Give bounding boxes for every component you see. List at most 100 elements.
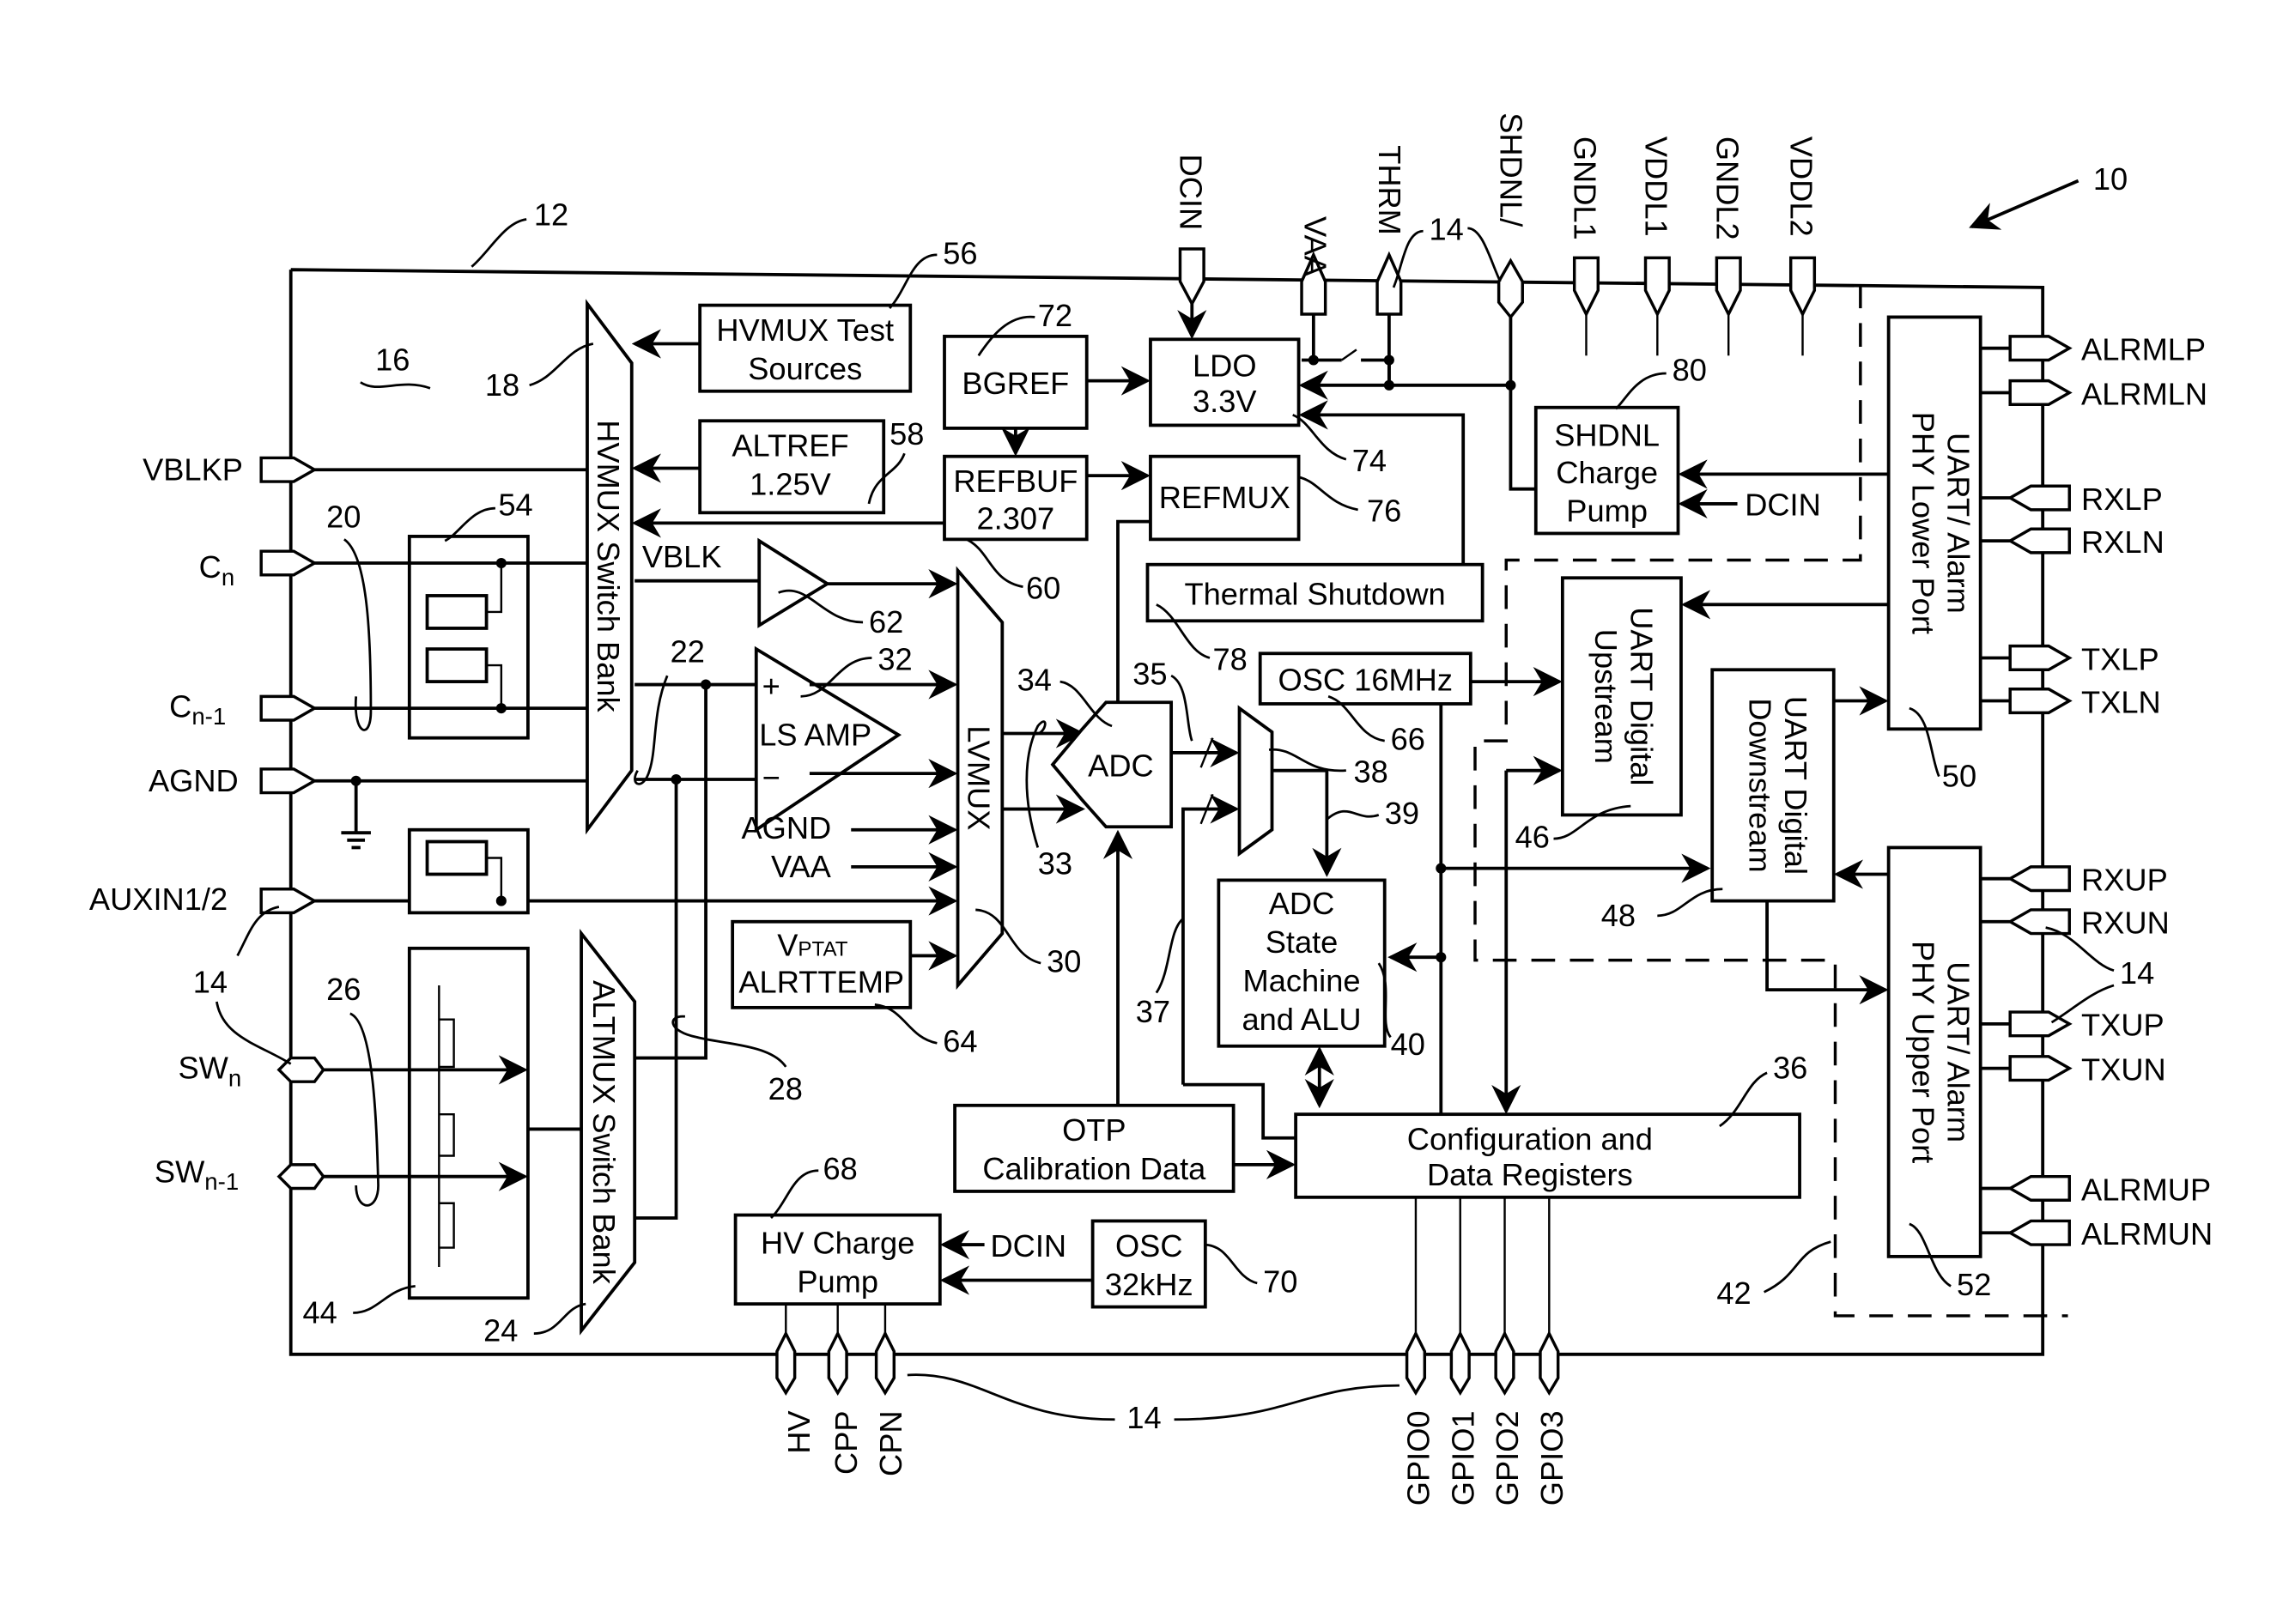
figure-arrow-icon xyxy=(1969,179,2079,230)
pin-gndl1[interactable]: GNDL1 xyxy=(1568,136,1603,356)
pin-txun[interactable]: TXUN xyxy=(1980,1051,2166,1087)
shdnl-cp-line1: SHDNL xyxy=(1554,418,1660,453)
pin-label: SHDNL/ xyxy=(1493,112,1528,227)
pin-txup[interactable]: TXUP xyxy=(1980,1008,2164,1043)
adc-sm-line1: ADC xyxy=(1269,886,1335,921)
vptat-line2: ALRTTEMP xyxy=(738,965,904,1000)
switch-array-ref: 44 xyxy=(303,1295,337,1330)
ref-39: 39 xyxy=(1385,796,1419,831)
pin-label: TXUN xyxy=(2081,1051,2166,1087)
pin-label: TXLP xyxy=(2081,641,2159,676)
pin-gpio1[interactable]: GPIO1 xyxy=(1445,1330,1480,1506)
otp-line1: OTP xyxy=(1062,1112,1126,1148)
config-ref: 36 xyxy=(1773,1051,1807,1086)
hvmux-test-sources-block: HVMUX Test Sources 56 xyxy=(631,235,978,393)
pin-agnd[interactable]: AGND xyxy=(149,763,318,798)
pin-gndl2[interactable]: GNDL2 xyxy=(1709,136,1745,356)
pin-label: ALRMLN xyxy=(2081,376,2207,411)
ref-37: 37 xyxy=(1136,994,1170,1029)
ldo-ref: 74 xyxy=(1352,443,1387,478)
chip-ref-label: 12 xyxy=(534,197,568,232)
ref-14-bottom: 14 xyxy=(1126,1400,1161,1435)
pin-label: TXLN xyxy=(2081,684,2161,719)
pin-gpio2[interactable]: GPIO2 xyxy=(1490,1330,1525,1506)
pin-label: GPIO2 xyxy=(1490,1410,1525,1506)
pin-swn-1[interactable]: SWn-1 xyxy=(155,1154,325,1196)
ls-amp-minus: − xyxy=(762,760,780,795)
altref-ref: 58 xyxy=(889,416,924,451)
pin-label: Cn xyxy=(199,549,235,591)
otp-calibration-block: OTP Calibration Data xyxy=(953,1103,1296,1193)
pin-gpio0[interactable]: GPIO0 xyxy=(1400,1330,1436,1506)
vblk-label: VBLK xyxy=(642,539,722,574)
hvmux-test-line1: HVMUX Test xyxy=(716,312,894,348)
pin-rxln[interactable]: RXLN xyxy=(1980,524,2164,560)
hv-cp-ref: 68 xyxy=(823,1151,857,1186)
ls-amp-label: LS AMP xyxy=(759,717,871,752)
pin-hv[interactable]: HV xyxy=(775,1330,817,1454)
ref-35: 35 xyxy=(1132,657,1167,692)
shdnl-cp-ref: 80 xyxy=(1673,353,1707,388)
uart-up-ref: 46 xyxy=(1515,819,1550,854)
pin-cn[interactable]: Cn xyxy=(199,549,318,591)
pin-label: VDDL2 xyxy=(1784,136,1819,237)
vptat-ref: 64 xyxy=(943,1024,977,1059)
adc-sm-line3: Machine xyxy=(1243,963,1361,998)
ref-22: 22 xyxy=(671,634,705,670)
pin-alrmup[interactable]: ALRMUP xyxy=(1980,1172,2211,1207)
figure-reference: 10 xyxy=(1969,161,2128,230)
pin-label: GPIO1 xyxy=(1445,1410,1480,1506)
uart-down-ref: 48 xyxy=(1601,898,1636,933)
shdnl-cp-input-label: DCIN xyxy=(1745,488,1821,523)
pin-rxlp[interactable]: RXLP xyxy=(1980,482,2163,517)
altref-line2: 1.25V xyxy=(750,467,832,502)
pin-vaa[interactable]: VAA xyxy=(1297,216,1333,316)
pin-alrmln[interactable]: ALRMLN xyxy=(1980,376,2207,411)
adc-sm-line4: and ALU xyxy=(1242,1002,1361,1037)
osc32-line1: OSC xyxy=(1115,1228,1183,1263)
hvmux-test-ref: 56 xyxy=(943,235,977,270)
pin-alrmlp[interactable]: ALRMLP xyxy=(1980,331,2206,367)
hv-cp-input-label: DCIN xyxy=(991,1228,1067,1263)
pin-vddl1[interactable]: VDDL1 xyxy=(1639,136,1674,356)
adc-sm-line2: State xyxy=(1266,924,1339,960)
otp-line2: Calibration Data xyxy=(982,1151,1206,1186)
refmux-label: REFMUX xyxy=(1159,480,1290,515)
pin-vblkp[interactable]: VBLKP xyxy=(143,451,587,487)
adc-label: ADC xyxy=(1088,748,1154,784)
pin-rxup[interactable]: RXUP xyxy=(1980,862,2168,897)
pin-rxun[interactable]: RXUN xyxy=(1980,906,2170,941)
pin-label: VBLKP xyxy=(143,451,243,487)
switch-array-block: 44 26 xyxy=(303,946,530,1330)
pin-label: RXUN xyxy=(2081,906,2170,941)
pin-label: GNDL2 xyxy=(1709,136,1745,240)
pin-thrm[interactable]: THRM xyxy=(1372,145,1407,316)
isolation-ref-label: 42 xyxy=(1716,1276,1751,1311)
ref-28: 28 xyxy=(768,1071,803,1106)
osc32-line2: 32kHz xyxy=(1105,1267,1193,1302)
pin-dcin[interactable]: DCIN xyxy=(1173,155,1208,307)
pin-auxin[interactable]: AUXIN1/2 xyxy=(89,882,318,917)
pin-label: GPIO0 xyxy=(1400,1410,1436,1506)
figure-ref-label: 10 xyxy=(2093,161,2128,197)
altmux-label: ALTMUX Switch Bank xyxy=(586,980,622,1285)
phy-lower-ref: 50 xyxy=(1942,759,1976,794)
config-line2: Data Registers xyxy=(1427,1157,1633,1192)
hv-cp-line2: Pump xyxy=(797,1263,878,1299)
bottom-pins: HV CPP CPN GPIO0 GPIO1 GPIO2 GPIO3 14 xyxy=(775,1330,1569,1506)
pin-label: VAA xyxy=(1297,216,1333,277)
pin-swn[interactable]: SWn xyxy=(179,1051,325,1092)
pin-txln[interactable]: TXLN xyxy=(1980,684,2161,719)
pin-label: CPP xyxy=(829,1410,864,1475)
pin-vddl2[interactable]: VDDL2 xyxy=(1784,136,1819,356)
vblk-buffer: VBLK 62 xyxy=(634,537,958,639)
pin-txlp[interactable]: TXLP xyxy=(1980,641,2159,676)
pin-gpio3[interactable]: GPIO3 xyxy=(1534,1330,1569,1506)
pin-cn-1[interactable]: Cn-1 xyxy=(169,689,318,730)
pin-label: GNDL1 xyxy=(1568,136,1603,240)
adc-state-machine-block: ADC State Machine and ALU 40 xyxy=(1217,878,1425,1109)
osc-32khz-block: OSC 32kHz 70 xyxy=(1090,1219,1297,1309)
pin-shdnl[interactable]: SHDNL/ xyxy=(1493,112,1528,320)
ref-14-left: 14 xyxy=(193,965,228,1000)
pin-alrmun[interactable]: ALRMUN xyxy=(1980,1216,2213,1251)
